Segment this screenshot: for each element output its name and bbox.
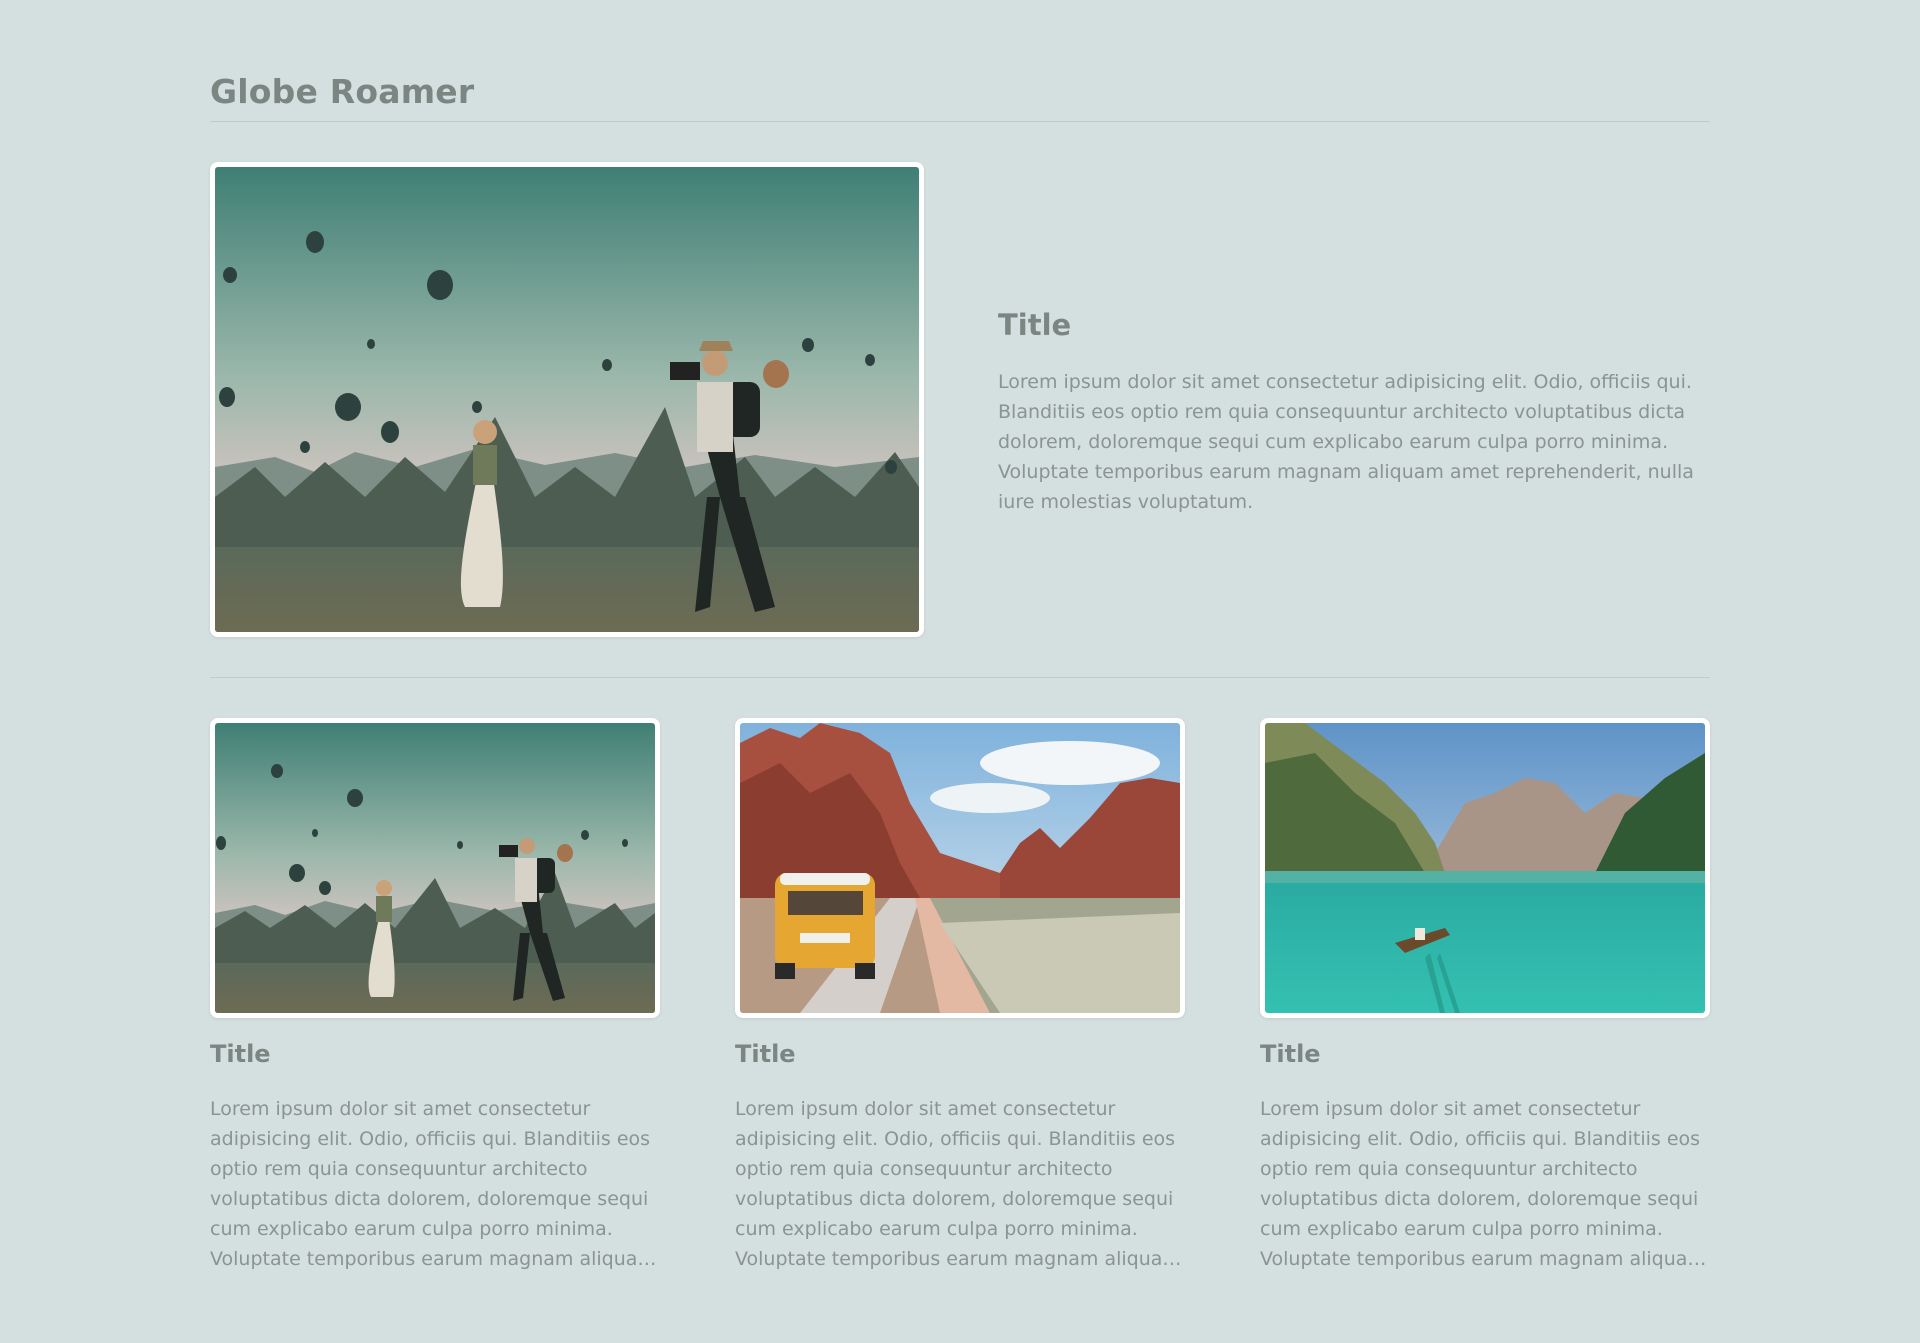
desert-road-photo — [740, 723, 1180, 1013]
card-3-image[interactable] — [1260, 718, 1710, 1018]
card-1-image[interactable] — [210, 718, 660, 1018]
balloons-photo — [215, 167, 919, 632]
card-1-title: Title — [210, 1040, 271, 1068]
card-3-title: Title — [1260, 1040, 1321, 1068]
card-2-image[interactable] — [735, 718, 1185, 1018]
featured-title: Title — [998, 308, 1072, 342]
section-divider — [210, 677, 1710, 678]
featured-image[interactable] — [210, 162, 924, 637]
card-3-description: Lorem ipsum dolor sit amet consectetur a… — [1260, 1098, 1706, 1270]
card-1-description: Lorem ipsum dolor sit amet consectetur a… — [210, 1098, 656, 1270]
card-2-description: Lorem ipsum dolor sit amet consectetur a… — [735, 1098, 1181, 1270]
site-title: Globe Roamer — [210, 72, 475, 111]
header-divider — [210, 121, 1710, 122]
featured-description: Lorem ipsum dolor sit amet consectetur a… — [998, 371, 1694, 513]
balloons-photo — [215, 723, 655, 1013]
card-2-title: Title — [735, 1040, 796, 1068]
mountain-lake-photo — [1265, 723, 1705, 1013]
